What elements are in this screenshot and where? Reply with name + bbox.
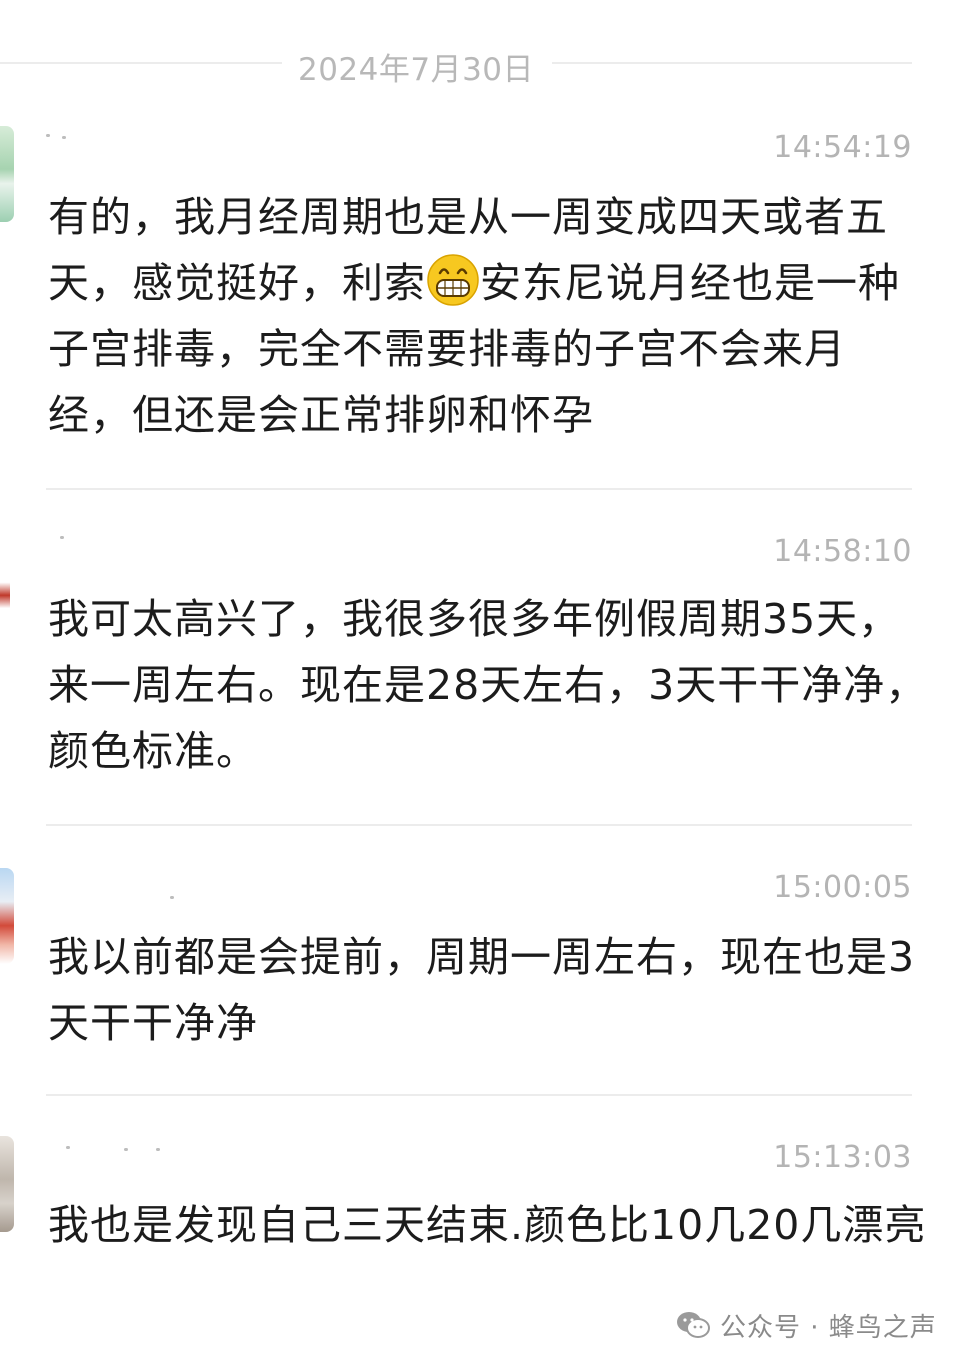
- message-time: 14:58:10: [773, 534, 912, 569]
- message-separator: [46, 824, 912, 826]
- message-item[interactable]: 14:58:10 我可太高兴了，我很多很多年例假周期35天，来一周左右。现在是2…: [0, 528, 956, 824]
- message-text: 有的，我月经周期也是从一周变成四天或者五天，感觉挺好，利索 安东尼说月经也是一种子…: [48, 184, 928, 448]
- sender-name: [46, 134, 206, 140]
- wechat-icon: [677, 1312, 710, 1338]
- sender-name: [46, 536, 206, 542]
- watermark-text: 公众号 · 蜂鸟之声: [720, 1312, 937, 1343]
- message-text: 我以前都是会提前，周期一周左右，现在也是3天干干净净: [48, 933, 916, 1047]
- message-time: 15:13:03: [773, 1140, 912, 1175]
- date-divider-text: 2024年7月30日: [297, 52, 535, 88]
- message-item[interactable]: 15:00:05 我以前都是会提前，周期一周左右，现在也是3天干干净净: [0, 864, 956, 1094]
- sender-name: [46, 1146, 206, 1152]
- message-text: 我也是发现自己三天结束.颜色比10几20几漂亮: [48, 1201, 927, 1249]
- message-time: 15:00:05: [773, 870, 912, 905]
- message-text: 我可太高兴了，我很多很多年例假周期35天，来一周左右。现在是28天左右，3天干干…: [48, 595, 928, 775]
- message-separator: [46, 488, 912, 490]
- message-item[interactable]: 14:54:19 有的，我月经周期也是从一周变成四天或者五天，感觉挺好，利索 安东…: [0, 124, 956, 488]
- avatar[interactable]: [0, 548, 10, 634]
- date-divider-line-right: [552, 62, 912, 64]
- watermark: 公众号 · 蜂鸟之声: [676, 1304, 937, 1346]
- sender-name: [46, 896, 206, 902]
- grinning-face-icon: [427, 254, 479, 306]
- message-separator: [46, 1094, 912, 1096]
- avatar[interactable]: [0, 1136, 14, 1232]
- date-divider: 2024年7月30日: [0, 40, 956, 88]
- message-time: 14:54:19: [773, 130, 912, 165]
- avatar[interactable]: [0, 868, 14, 964]
- avatar[interactable]: [0, 126, 14, 222]
- date-divider-line-left: [0, 62, 282, 64]
